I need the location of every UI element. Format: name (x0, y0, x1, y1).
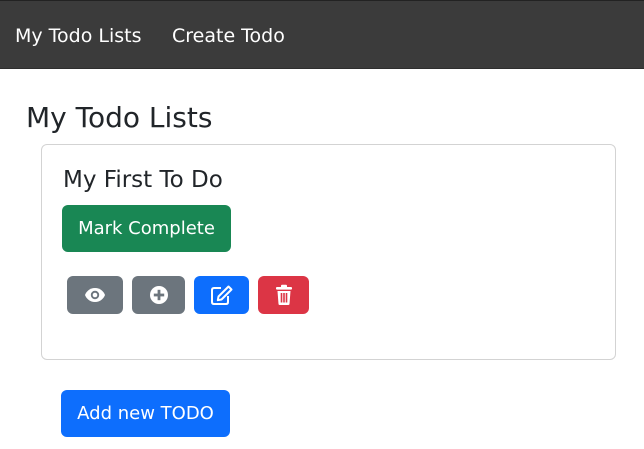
view-todo-button[interactable] (67, 276, 123, 314)
page-title: My Todo Lists (26, 101, 213, 134)
nav-link-create-todo[interactable]: Create Todo (172, 25, 285, 47)
add-item-button[interactable] (132, 276, 185, 314)
plus-circle-icon (149, 285, 169, 305)
top-navbar: My Todo Lists Create Todo (0, 0, 644, 69)
edit-icon (210, 284, 234, 306)
todo-card: My First To Do Mark Complete (41, 144, 616, 360)
eye-icon (84, 287, 106, 303)
add-new-todo-button[interactable]: Add new TODO (61, 390, 230, 437)
nav-link-my-todo-lists[interactable]: My Todo Lists (15, 25, 142, 47)
mark-complete-button[interactable]: Mark Complete (62, 205, 231, 252)
todo-title: My First To Do (63, 167, 223, 193)
trash-icon (275, 284, 293, 306)
delete-todo-button[interactable] (258, 276, 309, 314)
edit-todo-button[interactable] (194, 276, 249, 314)
